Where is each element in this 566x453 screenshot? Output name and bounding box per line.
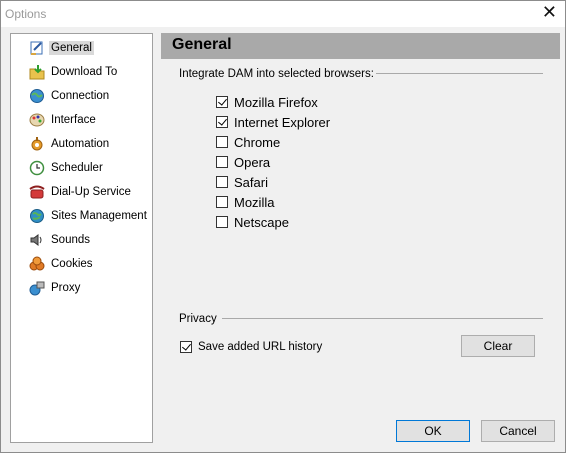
- sidebar-item-label: Scheduler: [51, 162, 103, 174]
- privacy-group-label: Privacy: [179, 313, 217, 325]
- sidebar-item-dial-up-service[interactable]: Dial-Up Service: [29, 182, 133, 202]
- sidebar-item-cookies[interactable]: Cookies: [29, 254, 95, 274]
- palette-icon: [29, 113, 45, 127]
- sidebar-item-label: Dial-Up Service: [51, 186, 131, 198]
- checkbox-label: Mozilla Firefox: [234, 94, 318, 110]
- save-url-history-checkbox[interactable]: Save added URL history: [180, 338, 322, 356]
- sidebar-item-automation[interactable]: Automation: [29, 134, 111, 154]
- checkbox[interactable]: [216, 196, 228, 208]
- sidebar-item-label: Connection: [51, 90, 110, 102]
- sidebar-item-label: Cookies: [51, 258, 93, 270]
- clock-icon: [29, 160, 45, 176]
- folder-download-icon: [29, 65, 45, 80]
- browser-checkbox-opera[interactable]: Opera: [216, 153, 270, 171]
- close-icon[interactable]: ✕: [542, 3, 557, 23]
- browser-checkbox-netscape[interactable]: Netscape: [216, 213, 289, 231]
- checkbox-label: Mozilla: [234, 194, 275, 210]
- checkbox-label: Save added URL history: [198, 341, 323, 353]
- browser-checkbox-chrome[interactable]: Chrome: [216, 133, 280, 151]
- checkbox[interactable]: [216, 216, 228, 228]
- globe-connection-icon: [30, 89, 44, 103]
- sidebar-item-label: General: [49, 41, 94, 55]
- proxy-icon: [29, 281, 45, 296]
- title-bar: Options ✕: [1, 1, 565, 27]
- options-dialog: Options ✕ General Download To Connection: [0, 0, 566, 453]
- sidebar-item-scheduler[interactable]: Scheduler: [29, 158, 105, 178]
- sidebar-item-proxy[interactable]: Proxy: [29, 278, 82, 298]
- checkbox-label: Safari: [234, 174, 268, 190]
- sidebar-item-connection[interactable]: Connection: [29, 86, 111, 106]
- group-divider: [222, 318, 543, 319]
- phone-icon: [29, 185, 45, 199]
- general-icon: [30, 41, 43, 55]
- checkbox-label: Chrome: [234, 134, 281, 150]
- section-header: General: [161, 33, 560, 59]
- checkbox[interactable]: [216, 156, 228, 168]
- sidebar-item-download-to[interactable]: Download To: [29, 62, 119, 82]
- ok-button[interactable]: OK: [396, 420, 470, 442]
- browser-checkbox-safari[interactable]: Safari: [216, 173, 268, 191]
- cookies-icon: [29, 256, 45, 271]
- clear-button[interactable]: Clear: [461, 335, 535, 357]
- checkbox-label: Internet Explorer: [234, 114, 331, 130]
- globe-sites-icon: [30, 209, 44, 223]
- sidebar-item-label: Interface: [51, 114, 96, 126]
- page-title: General: [172, 36, 232, 53]
- sidebar-item-interface[interactable]: Interface: [29, 110, 98, 130]
- sidebar-item-label: Sounds: [51, 234, 91, 246]
- checkbox-label: Opera: [234, 154, 271, 170]
- checkbox[interactable]: [216, 116, 228, 128]
- browser-checkbox-internet-explorer[interactable]: Internet Explorer: [216, 113, 330, 131]
- gear-automation-icon: [31, 137, 43, 151]
- sidebar-item-general[interactable]: General: [29, 38, 94, 58]
- checkbox-label: Netscape: [234, 214, 289, 230]
- browser-checkbox-firefox[interactable]: Mozilla Firefox: [216, 93, 318, 111]
- checkbox[interactable]: [216, 96, 228, 108]
- sidebar-item-label: Proxy: [51, 282, 81, 294]
- group-divider: [376, 73, 543, 74]
- sidebar-item-sounds[interactable]: Sounds: [29, 230, 92, 250]
- sidebar-item-label: Sites Management: [51, 210, 147, 222]
- sidebar-item-label: Automation: [51, 138, 110, 150]
- sidebar-item-label: Download To: [51, 66, 118, 78]
- checkbox[interactable]: [216, 176, 228, 188]
- checkbox[interactable]: [216, 136, 228, 148]
- window-title: Options: [5, 7, 47, 21]
- speaker-icon: [30, 234, 42, 246]
- checkbox[interactable]: [180, 341, 192, 353]
- browsers-group-label: Integrate DAM into selected browsers:: [179, 68, 374, 80]
- cancel-button[interactable]: Cancel: [481, 420, 555, 442]
- sidebar: General Download To Connection Interface…: [10, 33, 153, 443]
- browser-checkbox-mozilla[interactable]: Mozilla: [216, 193, 274, 211]
- sidebar-item-sites-management[interactable]: Sites Management: [29, 206, 149, 226]
